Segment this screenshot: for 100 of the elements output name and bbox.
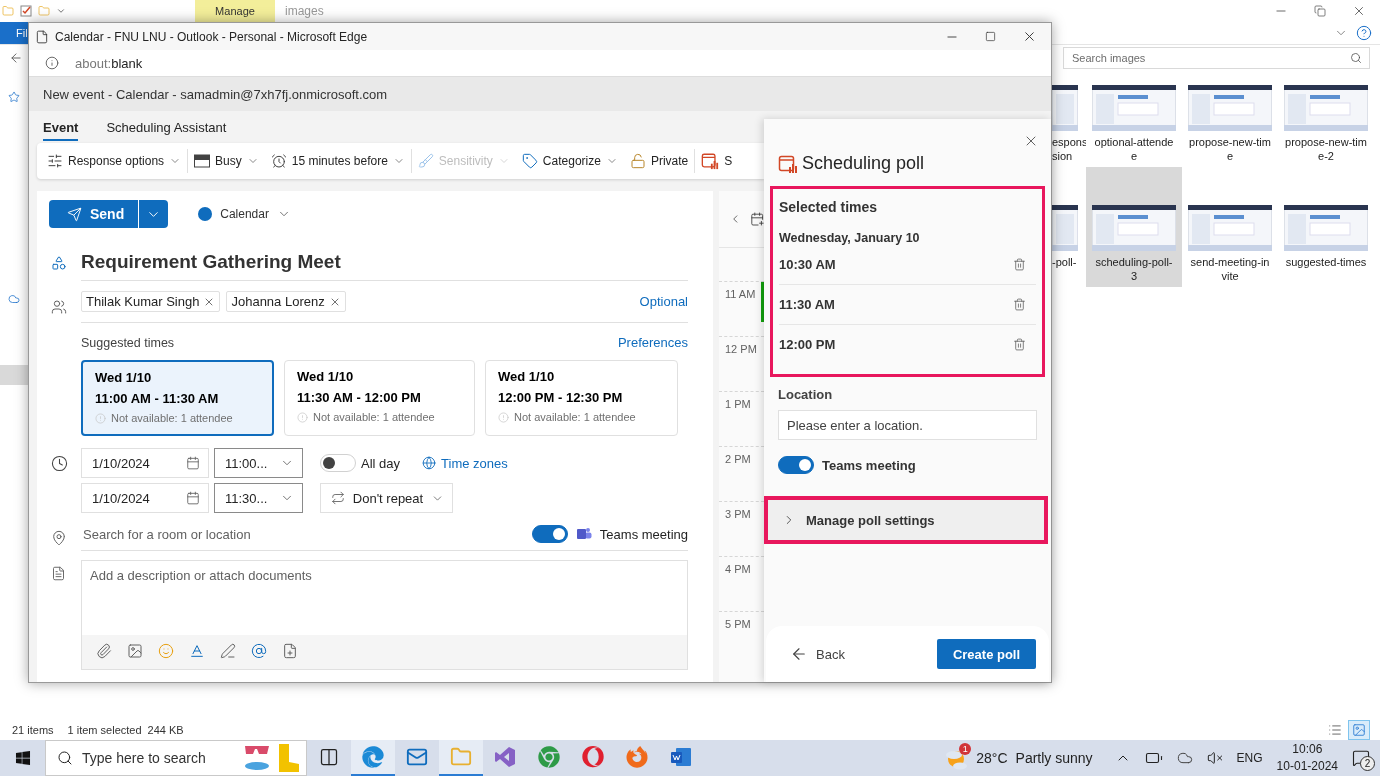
muted-speaker-icon[interactable] [1206,750,1223,766]
at-sign-icon[interactable] [251,643,267,659]
file-name: propose-new-tim e-2 [1285,135,1367,163]
text-format-icon[interactable] [189,643,205,659]
alert-icon [297,411,308,423]
image-icon[interactable] [127,643,143,659]
ribbon-button[interactable]: Response options [41,146,188,176]
document-icon [51,566,66,581]
hour-label: 2 PM [724,452,751,467]
hour-label: 5 PM [724,617,751,632]
list-icon [1328,723,1342,737]
tag-icon [521,153,538,169]
attendee-chip[interactable]: Johanna Lorenz [226,291,346,312]
tab[interactable]: Event [43,113,79,141]
attendee-name: Johanna Lorenz [231,294,325,309]
browser-icon [362,746,384,768]
page-icon [35,29,49,44]
ribbon-button[interactable]: Busy [188,146,265,176]
time-zones-link[interactable]: Time zones [441,455,508,471]
time-dropdown[interactable]: 11:30... [214,483,303,513]
date-field[interactable]: 1/10/2024 [81,448,209,478]
file-item[interactable]: scheduling-poll- 3 [1086,167,1182,287]
sliders-icon [47,153,63,169]
caret-icon[interactable] [56,6,66,16]
folder-icon [450,746,472,768]
toggle-switch[interactable] [778,456,814,474]
maximize-icon[interactable] [985,31,996,42]
back-button[interactable]: Back [784,644,851,664]
calendar-icon[interactable] [749,211,764,227]
file-name: send-meeting-in vite [1190,255,1270,283]
delete-button[interactable] [1013,338,1026,351]
close-icon[interactable] [1352,4,1366,18]
file-item[interactable]: propose-new-tim e [1182,71,1278,167]
file-item[interactable]: propose-new-tim e-2 [1278,71,1374,167]
location-label: Location [778,387,834,402]
help-icon[interactable] [1356,25,1372,41]
language-indicator[interactable]: ENG [1236,751,1263,765]
restore-icon[interactable] [1314,5,1326,17]
cloud-icon [1176,750,1193,766]
date-field[interactable]: 1/10/2024 [81,483,209,513]
manage-poll-settings-button[interactable]: Manage poll settings [764,496,1048,544]
ribbon-button[interactable]: 15 minutes before [264,146,411,176]
hour-label: 4 PM [724,562,751,577]
all-day-label: All day [361,455,401,471]
manage-tab[interactable]: Manage [195,0,275,22]
panel-title: Scheduling poll [802,153,925,174]
weather-badge: 1 [959,743,972,755]
suggested-time-card[interactable]: Wed 1/10 11:30 AM - 12:00 PM Not available: 1 attendee [284,360,475,436]
poll-time: 11:30 AM [779,297,835,312]
taskbar-search-field[interactable]: Type here to search [45,740,307,776]
suggested-time-card[interactable]: Wed 1/10 12:00 PM - 12:30 PM Not available: 1 attendee [485,360,678,436]
repeat-dropdown[interactable]: Don't repeat [320,483,453,513]
event-title[interactable]: Requirement Gathering Meet [81,251,341,273]
image-icon [1352,723,1366,737]
file-plus-icon[interactable] [282,643,298,659]
window-title: Calendar - FNU LNU - Outlook - Personal - Microsoft Edge [55,29,369,44]
thumbnail-view-button[interactable] [1348,720,1370,740]
delete-button[interactable] [1013,298,1026,311]
file-item[interactable]: send-meeting-in vite [1182,167,1278,287]
send-button[interactable]: Send [49,200,139,228]
close-icon[interactable] [1022,29,1037,44]
tab[interactable]: Scheduling Assistant [106,113,227,141]
pen-icon[interactable] [220,643,236,659]
info-icon[interactable] [45,56,59,70]
brush-icon [417,153,434,169]
paperclip-icon[interactable] [96,643,112,659]
ribbon-button[interactable]: Categorize [515,146,624,176]
ribbon-button[interactable]: S [695,146,739,176]
trash-icon [1013,338,1026,351]
search-icon [57,750,73,766]
toggle-switch[interactable] [531,525,568,543]
checklist-icon [20,5,32,17]
clock-date: 10-01-2024 [1276,758,1338,775]
time-dropdown[interactable]: 11:00... [214,448,303,478]
browser-icon [626,746,648,768]
file-tab[interactable]: Fil [0,22,28,44]
calendar-picker[interactable]: Calendar [192,206,297,222]
attendee-chip[interactable]: Thilak Kumar Singh [81,291,221,312]
send-options-button[interactable] [138,200,169,228]
hour-label: 3 PM [724,507,751,522]
search-field[interactable]: Search images [1063,47,1370,69]
infinity-icon [494,746,516,768]
create-poll-button[interactable]: Create poll [937,639,1036,669]
ribbon-button[interactable]: Private [623,146,695,176]
back-arrow-icon[interactable] [9,51,23,65]
search-icon [1350,52,1362,64]
location-field[interactable]: Please enter a location. [778,410,1037,440]
clock-icon [51,454,68,472]
optional-link[interactable]: Optional [639,294,688,309]
delete-button[interactable] [1013,258,1026,271]
description-field[interactable]: Add a description or attach documents [81,560,688,635]
file-item[interactable]: optional-attende e [1086,71,1182,167]
suggested-time-card[interactable]: Wed 1/10 11:00 AM - 11:30 AM Not available: 1 attendee [81,360,274,436]
preferences-link[interactable]: Preferences [617,335,688,350]
calendar-dot-icon [198,207,213,221]
address-text[interactable]: about:blank [75,55,143,71]
location-field[interactable]: Search for a room or location [81,525,524,543]
browser-icon [538,746,560,768]
file-item[interactable]: suggested-times [1278,167,1374,287]
selection-info: 1 item selected [67,724,142,736]
